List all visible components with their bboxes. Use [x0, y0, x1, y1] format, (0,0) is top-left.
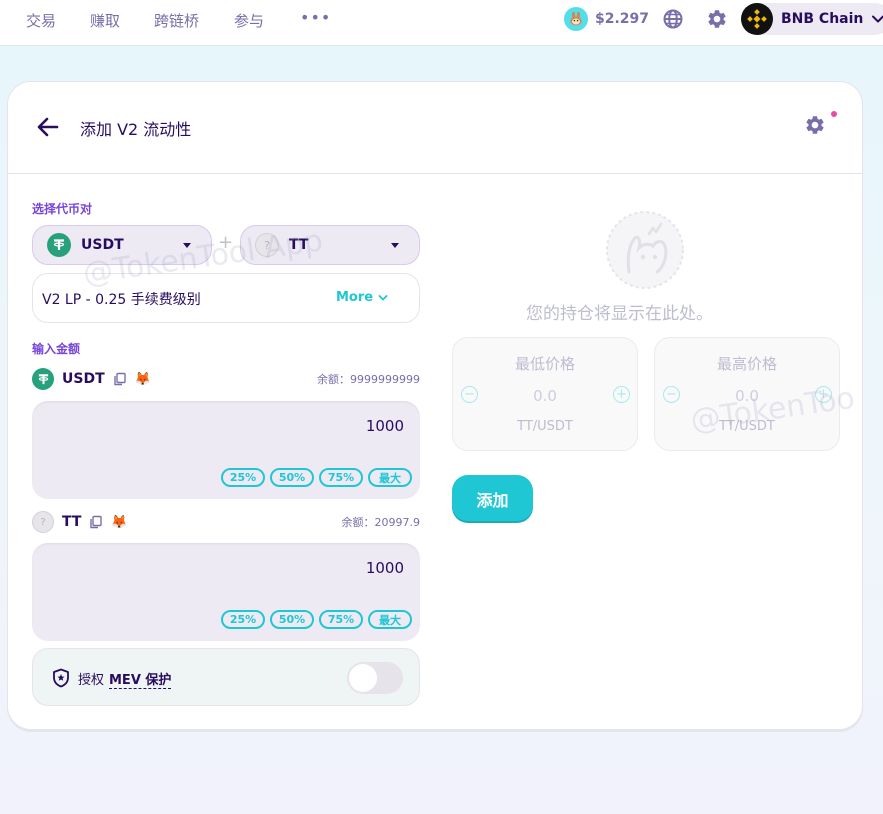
token-b-balance: 余额：20997.9	[341, 516, 421, 529]
chevron-down-icon	[872, 15, 883, 23]
pct-25-button[interactable]: 25%	[221, 468, 265, 487]
nav-item-trade[interactable]: 交易	[26, 10, 56, 31]
pct-50-button[interactable]: 50%	[270, 610, 314, 629]
token-b-amount-value: 1000	[365, 559, 404, 577]
min-price-title: 最低价格	[514, 355, 575, 373]
pct-buttons: 25% 50% 75% 最大	[216, 610, 412, 629]
caret-down-icon	[391, 243, 399, 248]
tt-icon: ?	[32, 511, 54, 533]
min-price-value[interactable]: 0.0	[453, 387, 637, 405]
token-b-amount-input[interactable]: 1000 25% 50% 75% 最大	[32, 543, 420, 641]
globe-icon[interactable]	[662, 8, 684, 30]
amount-label: 输入金额	[32, 342, 81, 356]
network-switcher[interactable]: BNB Chain	[741, 3, 883, 35]
bunny-icon	[564, 7, 588, 31]
plus-icon: +	[218, 232, 234, 253]
token-b-amount-symbol: TT	[62, 514, 82, 530]
add-liquidity-card: 添加 V2 流动性 选择代币对 USDT + ? TT V2 LP - 0.25…	[7, 81, 863, 730]
caret-down-icon	[183, 243, 191, 248]
metamask-icon[interactable]: 🦊	[135, 372, 151, 387]
metamask-icon[interactable]: 🦊	[111, 515, 127, 530]
max-price-title: 最高价格	[716, 355, 777, 373]
cake-price[interactable]: $2.297	[564, 7, 649, 31]
increase-max-icon[interactable]: +	[815, 386, 832, 403]
pct-max-button[interactable]: 最大	[368, 610, 412, 629]
token-a-amount-input[interactable]: 1000 25% 50% 75% 最大	[32, 401, 420, 499]
mev-protection-link[interactable]: MEV 保护	[109, 669, 172, 689]
pct-max-button[interactable]: 最大	[368, 468, 412, 487]
max-price-unit: TT/USDT	[719, 419, 775, 434]
copy-icon[interactable]	[113, 372, 127, 386]
top-nav: 交易 赚取 跨链桥 参与 ••• $2.297 BNB Chain	[0, 0, 883, 46]
settings-notification-dot	[831, 111, 837, 117]
card-header: 添加 V2 流动性	[8, 82, 862, 174]
nav-more-button[interactable]: •••	[300, 8, 331, 27]
min-price-box: 最低价格 − 0.0 + TT/USDT	[452, 337, 638, 451]
cake-price-value: $2.297	[595, 11, 650, 27]
mev-authorize-label: 授权	[78, 673, 105, 688]
back-arrow-icon[interactable]	[35, 114, 61, 140]
pct-75-button[interactable]: 75%	[319, 610, 363, 629]
empty-positions-text: 您的持仓将显示在此处。	[526, 304, 713, 324]
network-name: BNB Chain	[781, 11, 864, 27]
nav-item-participate[interactable]: 参与	[234, 10, 264, 31]
pct-25-button[interactable]: 25%	[221, 610, 265, 629]
usdt-icon	[47, 233, 71, 257]
token-a-row: USDT 🦊 余额：9999999999	[32, 367, 420, 391]
shield-icon	[53, 668, 69, 688]
mev-protection-box: 授权 MEV 保护	[32, 648, 420, 706]
token-b-select[interactable]: ? TT	[240, 225, 420, 265]
token-b-row: ? TT 🦊 余额：20997.9	[32, 510, 420, 534]
nav-item-bridge[interactable]: 跨链桥	[154, 10, 199, 31]
token-a-amount-value: 1000	[365, 417, 404, 435]
pair-label: 选择代币对	[32, 202, 93, 216]
token-a-select[interactable]: USDT	[32, 225, 212, 265]
pct-buttons: 25% 50% 75% 最大	[216, 468, 412, 487]
empty-positions-icon	[606, 211, 684, 289]
token-a-balance: 余额：9999999999	[317, 373, 420, 386]
mev-toggle[interactable]	[347, 662, 403, 694]
toggle-knob	[349, 664, 377, 692]
gear-icon[interactable]	[706, 8, 728, 30]
token-b-symbol: TT	[289, 237, 309, 253]
max-price-box: 最高价格 − 0.0 + TT/USDT	[654, 337, 840, 451]
token-a-amount-symbol: USDT	[62, 371, 105, 387]
increase-min-icon[interactable]: +	[613, 386, 630, 403]
usdt-icon	[32, 368, 54, 390]
settings-gear-icon[interactable]	[804, 114, 826, 136]
bnb-icon	[741, 3, 773, 35]
pct-75-button[interactable]: 75%	[319, 468, 363, 487]
copy-icon[interactable]	[89, 515, 103, 529]
tt-icon: ?	[255, 233, 279, 257]
min-price-unit: TT/USDT	[517, 419, 573, 434]
page-title: 添加 V2 流动性	[80, 120, 192, 139]
add-button[interactable]: 添加	[452, 475, 533, 523]
token-a-symbol: USDT	[81, 237, 124, 253]
nav-item-earn[interactable]: 赚取	[90, 10, 120, 31]
pct-50-button[interactable]: 50%	[270, 468, 314, 487]
max-price-value[interactable]: 0.0	[655, 387, 839, 405]
